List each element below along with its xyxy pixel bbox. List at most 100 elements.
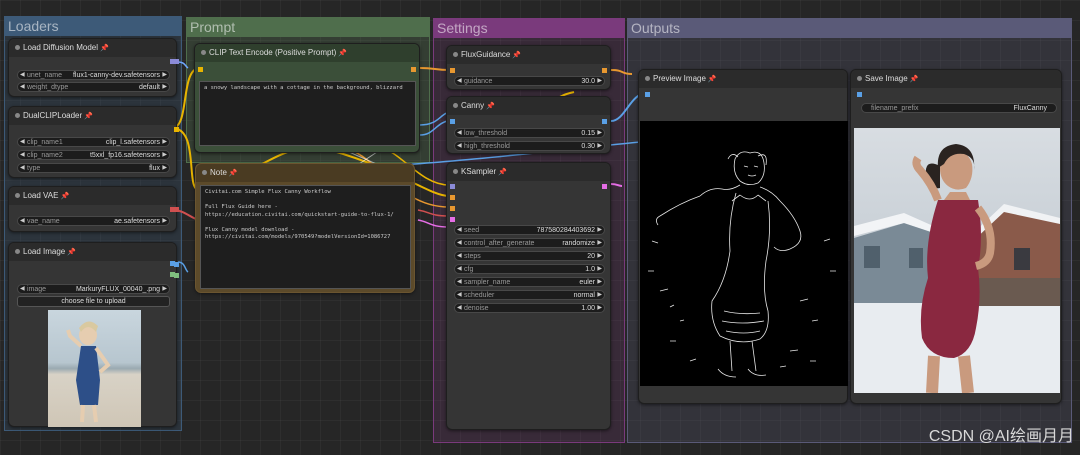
arrow-left-icon[interactable]: ◀ <box>20 138 25 147</box>
arrow-left-icon[interactable]: ◀ <box>457 129 462 138</box>
collapse-dot-icon[interactable] <box>645 76 650 81</box>
arrow-right-icon[interactable]: ▶ <box>597 77 602 86</box>
collapse-dot-icon[interactable] <box>453 52 458 57</box>
node-canny[interactable]: Canny 📌 ◀ low_threshold 0.15 ▶ ◀ high_thresho… <box>446 96 611 154</box>
node-flux-guidance[interactable]: FluxGuidance 📌 ◀ guidance 30.0 ▶ <box>446 45 611 90</box>
seed-number[interactable]: ◀ seed 787580284403692 ▶ <box>454 225 605 235</box>
node-title: Load Image 📌 <box>9 243 176 261</box>
arrow-left-icon[interactable]: ◀ <box>457 239 462 248</box>
wire-reroute-point[interactable] <box>170 59 175 64</box>
output-socket-conditioning[interactable] <box>602 68 607 73</box>
sampler-name-combo[interactable]: ◀ sampler_name euler ▶ <box>454 277 605 287</box>
pin-icon: 📌 <box>707 76 717 83</box>
collapse-dot-icon[interactable] <box>453 103 458 108</box>
guidance-number[interactable]: ◀ guidance 30.0 ▶ <box>454 76 605 86</box>
high-threshold-number[interactable]: ◀ high_threshold 0.30 ▶ <box>454 141 605 151</box>
low-threshold-number[interactable]: ◀ low_threshold 0.15 ▶ <box>454 128 605 138</box>
arrow-left-icon[interactable]: ◀ <box>20 217 25 226</box>
arrow-right-icon[interactable]: ▶ <box>162 138 167 147</box>
arrow-right-icon[interactable]: ▶ <box>597 226 602 235</box>
input-socket-negative[interactable] <box>450 206 455 211</box>
arrow-left-icon[interactable]: ◀ <box>457 278 462 287</box>
arrow-left-icon[interactable]: ◀ <box>457 77 462 86</box>
output-socket-latent[interactable] <box>602 184 607 189</box>
arrow-left-icon[interactable]: ◀ <box>457 226 462 235</box>
collapse-dot-icon[interactable] <box>15 113 20 118</box>
input-socket-images[interactable] <box>857 92 862 97</box>
denoise-number[interactable]: ◀ denoise 1.00 ▶ <box>454 303 605 313</box>
arrow-left-icon[interactable]: ◀ <box>457 291 462 300</box>
arrow-left-icon[interactable]: ◀ <box>20 83 25 92</box>
input-socket-clip[interactable] <box>198 67 203 72</box>
arrow-right-icon[interactable]: ▶ <box>597 278 602 287</box>
arrow-left-icon[interactable]: ◀ <box>457 142 462 151</box>
node-note[interactable]: Note 📌 Civitai.com Simple Flux Canny Work… <box>195 163 415 293</box>
steps-number[interactable]: ◀ steps 20 ▶ <box>454 251 605 261</box>
clip-name1-combo[interactable]: ◀ clip_name1 clip_l.safetensors ▶ <box>17 137 170 147</box>
arrow-left-icon[interactable]: ◀ <box>457 265 462 274</box>
arrow-left-icon[interactable]: ◀ <box>20 285 25 294</box>
input-socket-model[interactable] <box>450 184 455 189</box>
node-preview-image[interactable]: Preview Image 📌 <box>638 69 848 404</box>
choose-file-button[interactable]: choose file to upload <box>17 296 170 307</box>
arrow-right-icon[interactable]: ▶ <box>162 285 167 294</box>
node-load-image[interactable]: Load Image 📌 ◀ image MarkuryFLUX_00040_.png… <box>8 242 179 427</box>
node-title: FluxGuidance 📌 <box>447 46 610 64</box>
arrow-right-icon[interactable]: ▶ <box>597 239 602 248</box>
arrow-right-icon[interactable]: ▶ <box>162 71 167 80</box>
arrow-left-icon[interactable]: ◀ <box>457 304 462 313</box>
wire-reroute-point[interactable] <box>170 207 175 212</box>
control-after-generate-combo[interactable]: ◀ control_after_generate randomize ▶ <box>454 238 605 248</box>
node-ksampler[interactable]: KSampler 📌 ◀ seed 787580284403692 ▶ ◀ control… <box>446 162 611 430</box>
collapse-dot-icon[interactable] <box>202 170 207 175</box>
output-socket-conditioning[interactable] <box>411 67 416 72</box>
collapse-dot-icon[interactable] <box>857 76 862 81</box>
collapse-dot-icon[interactable] <box>201 50 206 55</box>
arrow-right-icon[interactable]: ▶ <box>162 151 167 160</box>
filename-prefix-text[interactable]: filename_prefix FluxCanny <box>861 103 1057 113</box>
collapse-dot-icon[interactable] <box>15 193 20 198</box>
wire-reroute-point[interactable] <box>170 261 175 266</box>
input-socket-image[interactable] <box>450 119 455 124</box>
arrow-right-icon[interactable]: ▶ <box>162 217 167 226</box>
scheduler-combo[interactable]: ◀ scheduler normal ▶ <box>454 290 605 300</box>
arrow-left-icon[interactable]: ◀ <box>20 71 25 80</box>
arrow-right-icon[interactable]: ▶ <box>162 164 167 173</box>
node-clip-text-encode[interactable]: CLIP Text Encode (Positive Prompt) 📌 a sn… <box>194 43 420 153</box>
cfg-number[interactable]: ◀ cfg 1.0 ▶ <box>454 264 605 274</box>
clip-name2-combo[interactable]: ◀ clip_name2 t5xxl_fp16.safetensors ▶ <box>17 150 170 160</box>
arrow-right-icon[interactable]: ▶ <box>162 83 167 92</box>
collapse-dot-icon[interactable] <box>453 169 458 174</box>
input-socket-positive[interactable] <box>450 195 455 200</box>
arrow-right-icon[interactable]: ▶ <box>597 304 602 313</box>
weight-dtype-combo[interactable]: ◀ weight_dtype default ▶ <box>17 82 170 92</box>
wire-reroute-point[interactable] <box>170 272 175 277</box>
node-dual-clip-loader[interactable]: DualCLIPLoader 📌 ◀ clip_name1 clip_l.safete… <box>8 106 179 178</box>
input-socket-latent[interactable] <box>450 217 455 222</box>
arrow-right-icon[interactable]: ▶ <box>597 291 602 300</box>
note-textarea[interactable]: Civitai.com Simple Flux Canny Workflow F… <box>200 185 411 289</box>
input-socket-conditioning[interactable] <box>450 68 455 73</box>
collapse-dot-icon[interactable] <box>15 45 20 50</box>
arrow-left-icon[interactable]: ◀ <box>20 164 25 173</box>
output-socket-image[interactable] <box>602 119 607 124</box>
unet-name-combo[interactable]: ◀ unet_name flux1-canny-dev.safetensors ▶ <box>17 70 170 80</box>
arrow-left-icon[interactable]: ◀ <box>457 252 462 261</box>
arrow-left-icon[interactable]: ◀ <box>20 151 25 160</box>
node-save-image[interactable]: Save Image 📌 filename_prefix FluxCanny <box>850 69 1062 404</box>
clip-type-combo[interactable]: ◀ type flux ▶ <box>17 163 170 173</box>
arrow-right-icon[interactable]: ▶ <box>597 265 602 274</box>
prompt-textarea[interactable]: a snowy landscape with a cottage in the … <box>199 81 416 146</box>
input-socket-images[interactable] <box>645 92 650 97</box>
node-load-diffusion-model[interactable]: Load Diffusion Model 📌 ◀ unet_name flux1-ca… <box>8 38 179 97</box>
arrow-right-icon[interactable]: ▶ <box>597 142 602 151</box>
node-load-vae[interactable]: Load VAE 📌 ◀ vae_name ae.safetensors ▶ <box>8 186 179 232</box>
arrow-right-icon[interactable]: ▶ <box>597 252 602 261</box>
output-socket-clip[interactable] <box>174 127 179 132</box>
node-title: Note 📌 <box>196 164 414 182</box>
node-title: Load VAE 📌 <box>9 187 176 205</box>
collapse-dot-icon[interactable] <box>15 249 20 254</box>
image-combo[interactable]: ◀ image MarkuryFLUX_00040_.png ▶ <box>17 284 170 294</box>
vae-name-combo[interactable]: ◀ vae_name ae.safetensors ▶ <box>17 216 170 226</box>
arrow-right-icon[interactable]: ▶ <box>597 129 602 138</box>
